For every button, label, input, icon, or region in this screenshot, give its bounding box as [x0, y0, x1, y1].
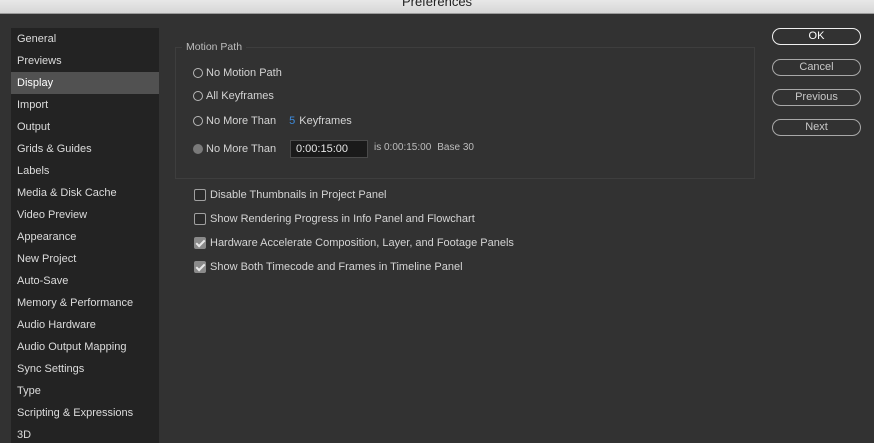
time-info: is 0:00:15:00 Base 30 [374, 142, 474, 153]
checkbox-disable-thumbnails[interactable]: Disable Thumbnails in Project Panel [194, 187, 387, 203]
sidebar-item-import[interactable]: Import [11, 94, 159, 116]
sidebar-item-type[interactable]: Type [11, 380, 159, 402]
cancel-button[interactable]: Cancel [772, 59, 861, 76]
checkbox-checked-icon[interactable] [194, 261, 206, 273]
radio-button-icon[interactable] [193, 91, 203, 101]
checkbox-icon[interactable] [194, 213, 206, 225]
radio-button-icon[interactable] [193, 116, 203, 126]
checkbox-label: Disable Thumbnails in Project Panel [210, 189, 387, 201]
sidebar-item-sync-settings[interactable]: Sync Settings [11, 358, 159, 380]
sidebar-item-scripting-expressions[interactable]: Scripting & Expressions [11, 402, 159, 424]
radio-no-motion-path[interactable]: No Motion Path [193, 65, 282, 81]
sidebar-item-media-disk-cache[interactable]: Media & Disk Cache [11, 182, 159, 204]
sidebar-item-auto-save[interactable]: Auto-Save [11, 270, 159, 292]
sidebar-item-previews[interactable]: Previews [11, 50, 159, 72]
sidebar-item-audio-hardware[interactable]: Audio Hardware [11, 314, 159, 336]
checkbox-show-rendering-progress[interactable]: Show Rendering Progress in Info Panel an… [194, 211, 475, 227]
sidebar-item-labels[interactable]: Labels [11, 160, 159, 182]
keyframe-count-scrubber[interactable]: 5 [289, 113, 295, 129]
sidebar-item-grids-guides[interactable]: Grids & Guides [11, 138, 159, 160]
radio-label: No More Than [206, 115, 277, 127]
checkbox-label: Show Both Timecode and Frames in Timelin… [210, 261, 463, 273]
checkbox-hardware-accelerate[interactable]: Hardware Accelerate Composition, Layer, … [194, 235, 514, 251]
checkbox-label: Hardware Accelerate Composition, Layer, … [210, 237, 514, 249]
radio-label: No Motion Path [206, 67, 282, 79]
sidebar-item-video-preview[interactable]: Video Preview [11, 204, 159, 226]
time-base: Base 30 [437, 142, 474, 153]
title-bar: Preferences [0, 0, 874, 14]
radio-no-more-than-keyframes[interactable]: No More Than 5 Keyframes [193, 113, 352, 129]
radio-button-icon[interactable] [193, 144, 203, 154]
sidebar-item-display[interactable]: Display [11, 72, 159, 94]
previous-button[interactable]: Previous [772, 89, 861, 106]
radio-label: No More Than [206, 143, 277, 155]
motion-path-group-title: Motion Path [182, 41, 247, 53]
keyframe-suffix: Keyframes [299, 115, 352, 127]
checkbox-checked-icon[interactable] [194, 237, 206, 249]
time-equivalent: is 0:00:15:00 [374, 142, 432, 153]
sidebar-item-new-project[interactable]: New Project [11, 248, 159, 270]
radio-label: All Keyframes [206, 90, 274, 102]
sidebar-item-general[interactable]: General [11, 28, 159, 50]
sidebar-item-audio-output-mapping[interactable]: Audio Output Mapping [11, 336, 159, 358]
sidebar-item-3d[interactable]: 3D [11, 424, 159, 443]
sidebar-item-memory-performance[interactable]: Memory & Performance [11, 292, 159, 314]
checkbox-label: Show Rendering Progress in Info Panel an… [210, 213, 475, 225]
radio-button-icon[interactable] [193, 68, 203, 78]
radio-all-keyframes[interactable]: All Keyframes [193, 88, 274, 104]
time-duration-field[interactable]: 0:00:15:00 [290, 140, 368, 158]
preferences-sidebar: General Previews Display Import Output G… [11, 28, 159, 443]
sidebar-item-output[interactable]: Output [11, 116, 159, 138]
sidebar-item-appearance[interactable]: Appearance [11, 226, 159, 248]
radio-no-more-than-time[interactable]: No More Than [193, 141, 276, 157]
next-button[interactable]: Next [772, 119, 861, 136]
ok-button[interactable]: OK [772, 28, 861, 45]
window-title: Preferences [401, 0, 473, 9]
checkbox-show-timecode-frames[interactable]: Show Both Timecode and Frames in Timelin… [194, 259, 463, 275]
checkbox-icon[interactable] [194, 189, 206, 201]
